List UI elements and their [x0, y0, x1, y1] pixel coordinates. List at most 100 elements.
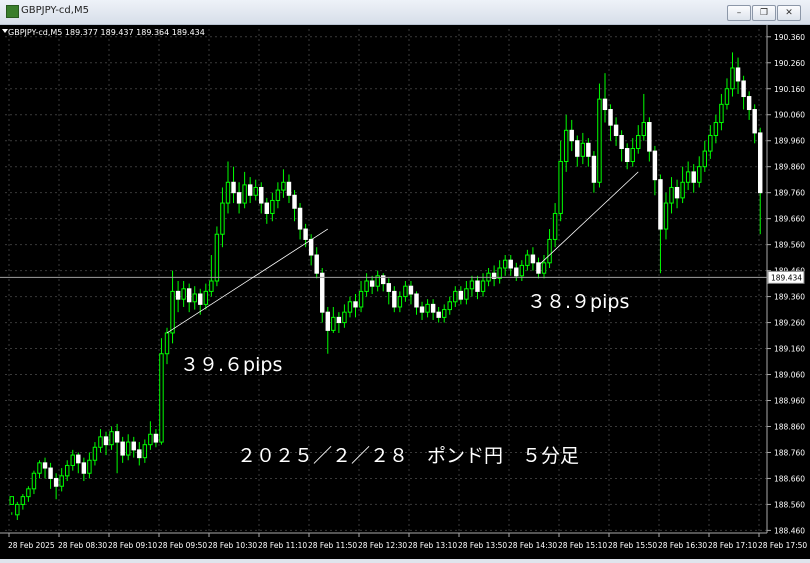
y-tick-label: 188.960: [774, 397, 805, 406]
candle-body: [203, 290, 209, 305]
candle: [697, 156, 702, 188]
candle: [336, 312, 342, 333]
candle-body: [37, 462, 42, 474]
candle-body: [336, 316, 342, 324]
candle-body: [647, 122, 652, 152]
x-tick-label: 28 Feb 15:10: [558, 541, 607, 550]
candle-body: [691, 171, 696, 183]
candle-body: [447, 301, 452, 311]
candle: [525, 249, 530, 271]
y-tick-label: 188.860: [774, 422, 805, 431]
candle: [425, 299, 430, 318]
candle-body: [20, 496, 26, 505]
candle: [636, 125, 641, 154]
close-icon: ✕: [785, 8, 793, 18]
candle: [519, 260, 525, 281]
candle-body: [680, 181, 685, 199]
candle-body: [153, 433, 159, 443]
candle: [31, 470, 37, 495]
candle-body: [519, 264, 525, 277]
candle-body: [259, 186, 264, 204]
candle-body: [148, 433, 153, 446]
candle: [286, 174, 292, 204]
candle-body: [15, 503, 20, 516]
candle-body: [48, 467, 53, 479]
candle-body: [186, 288, 192, 303]
title-bar[interactable]: GBPJPY-cd,M5 – ❐ ✕: [0, 0, 810, 25]
candle-body: [81, 462, 87, 474]
candle: [87, 452, 92, 479]
candle: [491, 265, 497, 287]
x-tick-label: 28 Feb 11:10: [258, 541, 307, 550]
candle: [59, 468, 64, 492]
candle-body: [192, 293, 197, 303]
candle: [514, 262, 519, 281]
y-tick-label: 190.360: [774, 33, 805, 42]
candle: [109, 426, 114, 450]
candle-body: [353, 301, 358, 308]
candle-body: [331, 316, 336, 331]
close-button[interactable]: ✕: [777, 5, 801, 21]
candle-body: [292, 194, 297, 209]
candle: [392, 286, 397, 313]
candle-body: [697, 166, 702, 183]
candle-body: [724, 88, 730, 105]
candle-body: [419, 306, 425, 313]
candle-body: [181, 288, 186, 300]
minimize-icon: –: [736, 8, 742, 18]
candle: [724, 78, 730, 110]
candle-body: [92, 446, 98, 461]
candle-body: [514, 267, 519, 277]
candle: [325, 306, 331, 354]
candle: [469, 275, 475, 297]
candlestick-chart[interactable]: 190.360 190.260 190.160 190.060 189.960 189.8…: [0, 25, 810, 559]
x-tick-label: 28 Feb 08:30: [58, 541, 107, 550]
candle: [98, 429, 103, 453]
candle: [702, 140, 708, 172]
candle-body: [441, 309, 447, 318]
candle: [453, 286, 458, 307]
restore-button[interactable]: ❐: [752, 5, 776, 21]
candle: [9, 496, 14, 515]
candle: [342, 304, 347, 328]
candle: [114, 423, 120, 474]
candle-body: [558, 160, 563, 214]
candle: [364, 273, 369, 297]
candle-body: [713, 122, 719, 137]
x-tick-label: 28 Feb 17:10: [708, 541, 757, 550]
x-tick-label: 28 Feb 12:30: [358, 541, 407, 550]
x-tick-label: 28 Feb 15:50: [608, 541, 657, 550]
candle-body: [658, 179, 663, 230]
y-tick-label: 189.160: [774, 345, 805, 354]
candle-body: [746, 96, 752, 111]
candle-body: [403, 285, 408, 298]
annotation-pips-1: ３９.６pips: [180, 354, 282, 376]
candle-body: [286, 181, 292, 196]
candle: [175, 281, 181, 313]
candle: [408, 281, 414, 305]
candle-body: [225, 181, 231, 204]
candle: [236, 182, 242, 214]
candle: [53, 473, 59, 500]
candle: [15, 501, 20, 521]
candle-body: [170, 290, 175, 334]
candle: [613, 117, 619, 146]
candle-body: [641, 122, 647, 137]
candle: [81, 457, 87, 482]
candle-body: [314, 254, 319, 274]
y-tick-label: 188.760: [774, 448, 805, 457]
minimize-button[interactable]: –: [727, 5, 751, 21]
candle: [381, 273, 386, 292]
price-chart[interactable]: 190.360 190.260 190.160 190.060 189.960 189.8…: [0, 25, 810, 559]
candle: [103, 431, 109, 456]
candle-body: [408, 285, 414, 295]
candle: [586, 138, 591, 167]
candle: [37, 460, 42, 479]
candle-body: [220, 202, 225, 235]
candle: [419, 301, 425, 320]
candle: [674, 179, 680, 209]
candle-body: [624, 148, 630, 162]
candle-body: [597, 98, 602, 183]
candle-body: [297, 207, 303, 230]
candle-body: [502, 259, 508, 269]
